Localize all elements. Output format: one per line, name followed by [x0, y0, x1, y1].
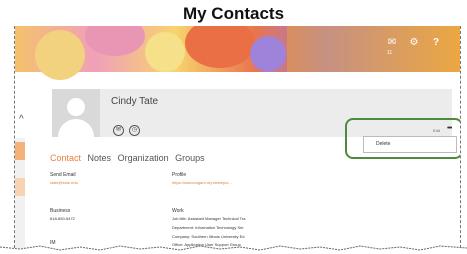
tab-organization[interactable]: Organization: [118, 153, 169, 163]
left-nav-highlight: [15, 142, 25, 160]
email-icon[interactable]: ✉: [113, 125, 124, 136]
contact-tabs: Contact Notes Organization Groups: [50, 153, 209, 163]
torn-paper-edge: [0, 245, 467, 251]
page-caption: My Contacts: [182, 4, 285, 23]
company-value: Company: Southern Illinois University Ed: [172, 234, 245, 239]
gear-icon[interactable]: ⚙: [405, 34, 423, 52]
work-label: Work: [172, 208, 184, 214]
avatar: [52, 89, 100, 137]
send-email-value[interactable]: ctate@siue.edu: [50, 180, 78, 185]
tab-groups[interactable]: Groups: [175, 153, 205, 163]
left-nav-strip: [15, 138, 25, 248]
highlight-callout: [345, 118, 460, 159]
tab-contact[interactable]: Contact: [50, 153, 81, 163]
mail-count: 11: [387, 50, 393, 56]
top-ribbon: ✉ 11 ⚙ ?: [287, 26, 460, 72]
contact-name: Cindy Tate: [111, 96, 159, 107]
department-value: Department: Information Technology Ser: [172, 225, 244, 230]
business-value: 618-650-5472: [50, 216, 75, 221]
chat-icon[interactable]: ◷: [129, 125, 140, 136]
profile-value[interactable]: https://siuecougars-my.sharepoi...: [172, 180, 232, 185]
help-icon[interactable]: ?: [427, 34, 445, 52]
job-title-value: Job title: Assistant Manager Technical T…: [172, 216, 246, 221]
profile-label: Profile: [172, 172, 187, 178]
left-nav-highlight-secondary: [15, 178, 25, 196]
scroll-up-icon[interactable]: ^: [19, 114, 24, 125]
send-email-label: Send Email: [50, 172, 76, 178]
tab-notes[interactable]: Notes: [88, 153, 112, 163]
mail-icon[interactable]: ✉ 11: [383, 34, 401, 56]
outlook-contact-window: ✉ 11 ⚙ ? ^ Cindy Tate ✉ ◷ Edit ••• Delet…: [14, 26, 461, 248]
business-label: Business: [50, 208, 71, 214]
